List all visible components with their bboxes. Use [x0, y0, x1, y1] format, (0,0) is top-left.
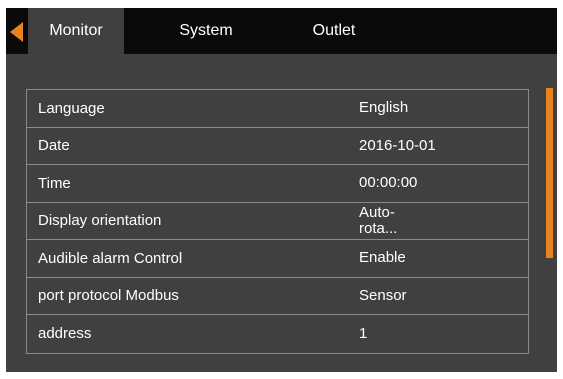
setting-label: address: [38, 325, 92, 343]
scrollbar[interactable]: [546, 88, 553, 258]
tab-monitor[interactable]: Monitor: [28, 8, 124, 54]
setting-value: 2016-10-01: [359, 136, 436, 154]
top-bar: Monitor System Outlet: [6, 8, 557, 54]
setting-value: Sensor: [359, 286, 407, 304]
setting-label: Time: [38, 174, 71, 192]
device-screen: Monitor System Outlet Language English D…: [6, 8, 557, 372]
setting-label: Display orientation: [38, 212, 162, 230]
setting-label: port protocol Modbus: [38, 287, 179, 305]
setting-row-audible-alarm[interactable]: Audible alarm Control Enable: [27, 240, 528, 278]
setting-label: Language: [38, 99, 105, 117]
setting-row-date[interactable]: Date 2016-10-01: [27, 128, 528, 165]
back-button[interactable]: [6, 16, 26, 48]
setting-row-port-protocol[interactable]: port protocol Modbus Sensor: [27, 278, 528, 315]
tab-system[interactable]: System: [156, 8, 256, 54]
setting-row-time[interactable]: Time 00:00:00: [27, 165, 528, 203]
setting-row-language[interactable]: Language English: [27, 90, 528, 128]
setting-value: 00:00:00: [359, 174, 418, 192]
setting-value: Auto- rota...: [359, 203, 398, 237]
setting-label: Audible alarm Control: [38, 249, 183, 267]
settings-table: Language English Date 2016-10-01 Time 00…: [26, 89, 529, 354]
setting-row-address[interactable]: address 1: [27, 315, 528, 353]
setting-label: Date: [38, 137, 70, 155]
setting-value: English: [359, 99, 409, 117]
setting-row-display-orientation[interactable]: Display orientation Auto- rota...: [27, 203, 528, 240]
setting-value: 1: [359, 324, 368, 342]
setting-value: Enable: [359, 249, 406, 267]
back-arrow-icon: [9, 22, 23, 42]
tab-outlet[interactable]: Outlet: [294, 8, 374, 54]
